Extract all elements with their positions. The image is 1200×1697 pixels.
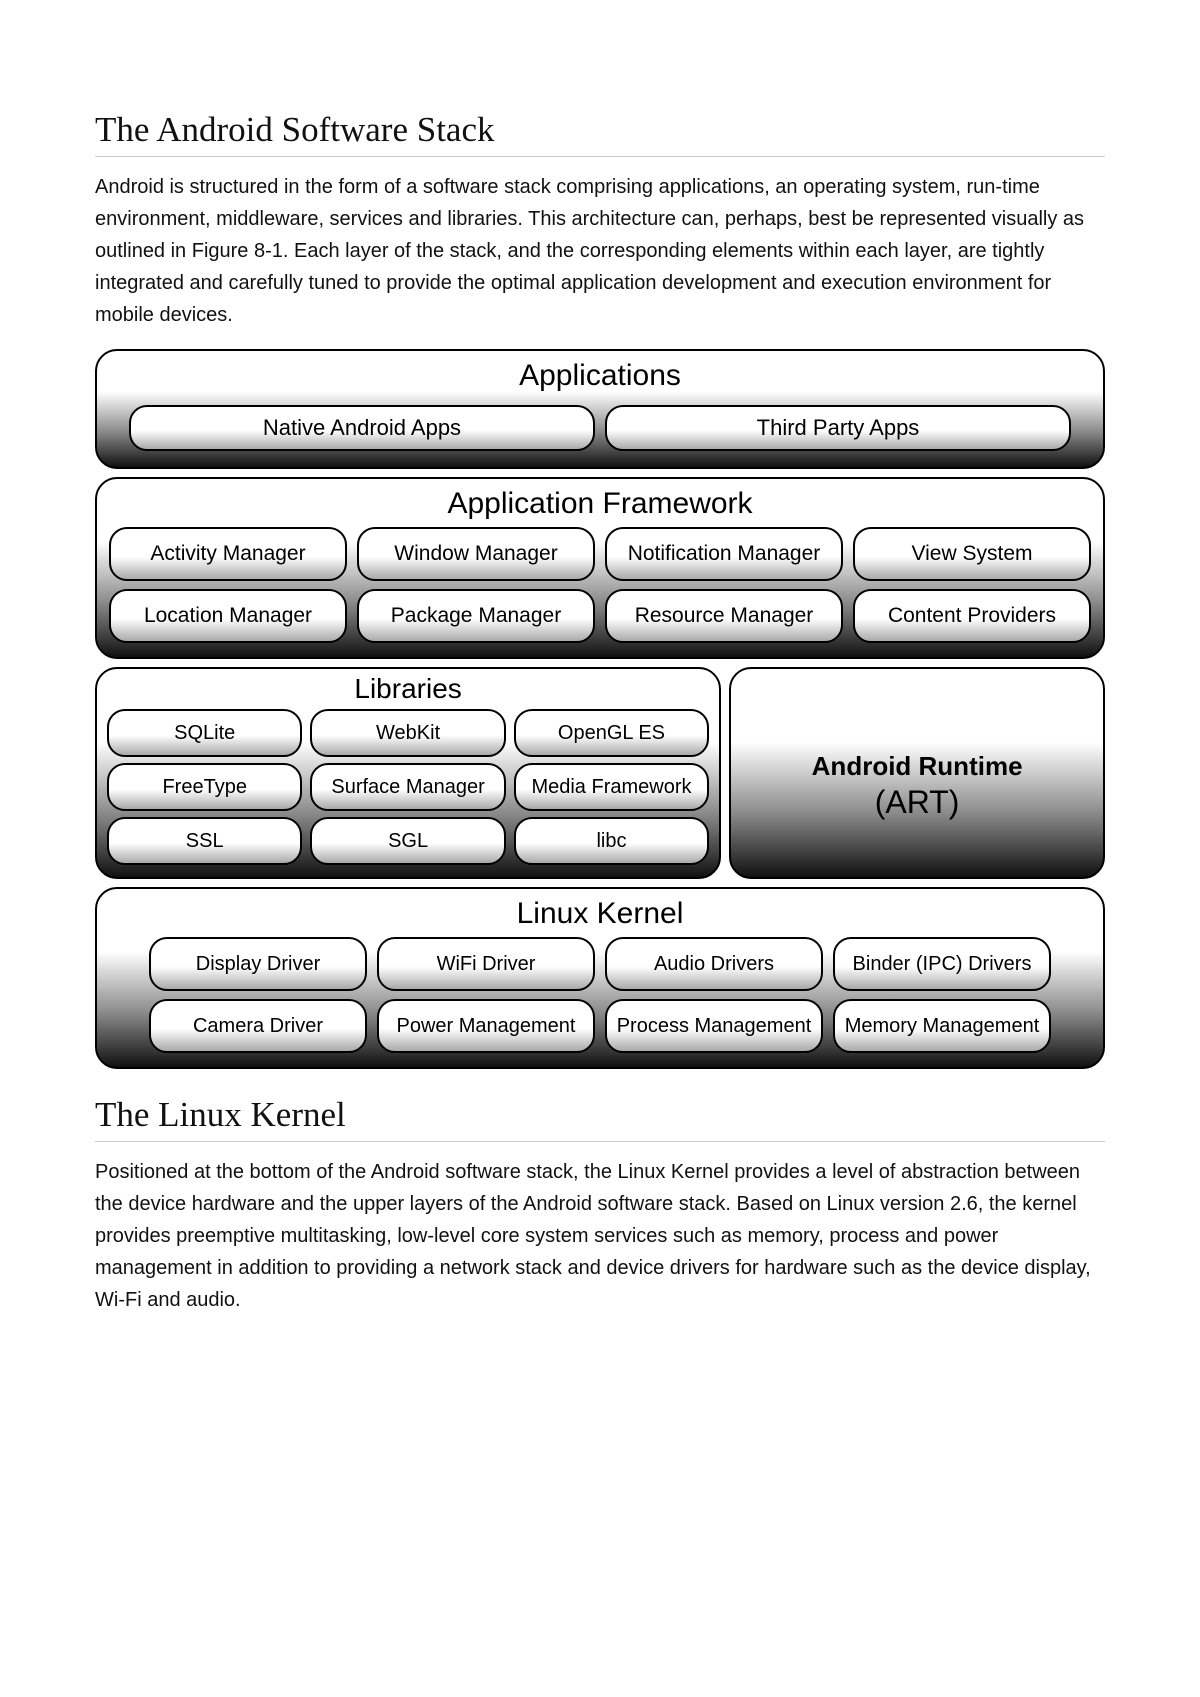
pill-libc: libc — [514, 817, 709, 865]
kernel-paragraph: Positioned at the bottom of the Android … — [95, 1156, 1105, 1316]
layer-title-framework: Application Framework — [109, 487, 1091, 521]
pill-resource-manager: Resource Manager — [605, 589, 843, 643]
pill-sgl: SGL — [310, 817, 505, 865]
layer-framework: Application Framework Activity Manager W… — [95, 477, 1105, 659]
architecture-diagram: Applications Native Android Apps Third P… — [95, 349, 1105, 1069]
document-page: The Android Software Stack Android is st… — [0, 0, 1200, 1414]
layer-title-applications: Applications — [109, 359, 1091, 393]
pill-third-party-apps: Third Party Apps — [605, 405, 1071, 451]
layer-libraries-runtime: Libraries SQLite WebKit OpenGL ES FreeTy… — [95, 667, 1105, 879]
pill-process-management: Process Management — [605, 999, 823, 1053]
pill-package-manager: Package Manager — [357, 589, 595, 643]
pill-camera-driver: Camera Driver — [149, 999, 367, 1053]
heading-linux-kernel: The Linux Kernel — [95, 1095, 1105, 1142]
pill-power-management: Power Management — [377, 999, 595, 1053]
pill-audio-drivers: Audio Drivers — [605, 937, 823, 991]
pill-native-apps: Native Android Apps — [129, 405, 595, 451]
pill-notification-manager: Notification Manager — [605, 527, 843, 581]
intro-paragraph: Android is structured in the form of a s… — [95, 171, 1105, 331]
layer-title-libraries: Libraries — [107, 673, 709, 705]
pill-content-providers: Content Providers — [853, 589, 1091, 643]
layer-title-kernel: Linux Kernel — [109, 897, 1091, 931]
pill-sqlite: SQLite — [107, 709, 302, 757]
pill-activity-manager: Activity Manager — [109, 527, 347, 581]
layer-kernel: Linux Kernel Display Driver WiFi Driver … — [95, 887, 1105, 1069]
pill-window-manager: Window Manager — [357, 527, 595, 581]
pill-freetype: FreeType — [107, 763, 302, 811]
pill-location-manager: Location Manager — [109, 589, 347, 643]
pill-display-driver: Display Driver — [149, 937, 367, 991]
pill-ssl: SSL — [107, 817, 302, 865]
layer-applications: Applications Native Android Apps Third P… — [95, 349, 1105, 469]
pill-opengl-es: OpenGL ES — [514, 709, 709, 757]
box-libraries: Libraries SQLite WebKit OpenGL ES FreeTy… — [95, 667, 721, 879]
pill-wifi-driver: WiFi Driver — [377, 937, 595, 991]
heading-android-stack: The Android Software Stack — [95, 110, 1105, 157]
pill-media-framework: Media Framework — [514, 763, 709, 811]
runtime-line1: Android Runtime — [812, 751, 1023, 782]
pill-surface-manager: Surface Manager — [310, 763, 505, 811]
pill-view-system: View System — [853, 527, 1091, 581]
pill-memory-management: Memory Management — [833, 999, 1051, 1053]
pill-binder-ipc-drivers: Binder (IPC) Drivers — [833, 937, 1051, 991]
runtime-line2: (ART) — [875, 784, 960, 821]
box-android-runtime: Android Runtime (ART) — [729, 667, 1105, 879]
pill-webkit: WebKit — [310, 709, 505, 757]
